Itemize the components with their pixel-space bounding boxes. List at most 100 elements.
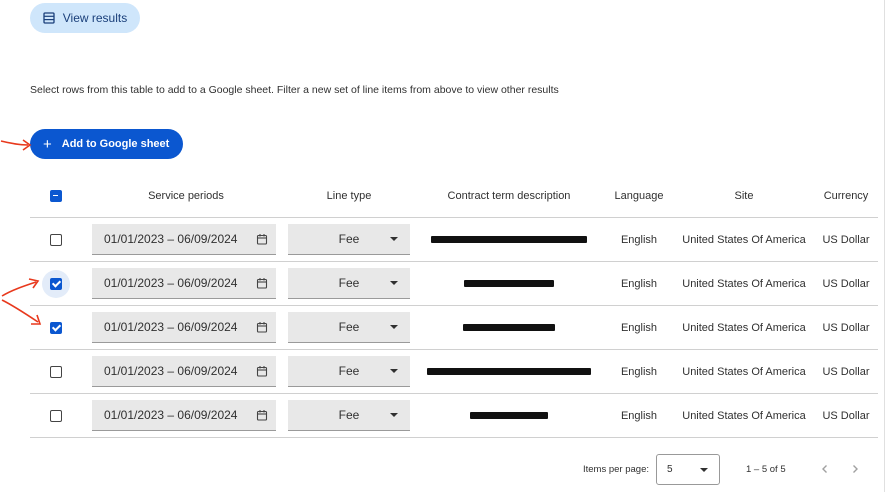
line-type-select[interactable]: Fee bbox=[288, 224, 410, 255]
line-type-cell: Fee bbox=[284, 305, 414, 350]
table-row: 01/01/2023 – 06/09/2024 Fee English Unit… bbox=[30, 261, 878, 306]
language-cell: English bbox=[604, 261, 674, 306]
table-row: 01/01/2023 – 06/09/2024 Fee English Unit… bbox=[30, 217, 878, 262]
calendar-icon[interactable] bbox=[256, 277, 268, 289]
calendar-icon[interactable] bbox=[256, 321, 268, 333]
items-per-page-value: 5 bbox=[667, 464, 673, 475]
contract-term-cell bbox=[414, 217, 604, 262]
row-select-cell bbox=[30, 261, 88, 306]
redacted-text bbox=[427, 368, 591, 376]
redacted-text bbox=[470, 412, 548, 420]
redacted-text bbox=[464, 280, 554, 288]
service-period-value: 01/01/2023 – 06/09/2024 bbox=[104, 408, 238, 422]
line-type-select[interactable]: Fee bbox=[288, 312, 410, 343]
site-cell: United States Of America bbox=[674, 217, 814, 262]
add-to-google-sheet-button[interactable]: + Add to Google sheet bbox=[30, 129, 183, 159]
row-checkbox[interactable] bbox=[50, 409, 62, 422]
calendar-icon[interactable] bbox=[256, 365, 268, 377]
row-checkbox[interactable] bbox=[50, 321, 62, 334]
table-row: 01/01/2023 – 06/09/2024 Fee English Unit… bbox=[30, 305, 878, 350]
header-language[interactable]: Language bbox=[604, 174, 674, 218]
table-row: 01/01/2023 – 06/09/2024 Fee English Unit… bbox=[30, 349, 878, 394]
previous-page-button[interactable] bbox=[816, 460, 834, 478]
redacted-text bbox=[463, 324, 555, 332]
add-to-google-sheet-label: Add to Google sheet bbox=[61, 138, 170, 150]
line-type-select[interactable]: Fee bbox=[288, 268, 410, 299]
line-type-select[interactable]: Fee bbox=[288, 356, 410, 387]
service-period-cell: 01/01/2023 – 06/09/2024 bbox=[88, 217, 284, 262]
service-period-input[interactable]: 01/01/2023 – 06/09/2024 bbox=[92, 356, 276, 387]
service-period-value: 01/01/2023 – 06/09/2024 bbox=[104, 232, 238, 246]
service-period-cell: 01/01/2023 – 06/09/2024 bbox=[88, 261, 284, 306]
plus-icon: + bbox=[43, 135, 52, 153]
site-cell: United States Of America bbox=[674, 305, 814, 350]
row-checkbox[interactable] bbox=[50, 277, 62, 290]
site-cell: United States Of America bbox=[674, 261, 814, 306]
contract-term-cell bbox=[414, 261, 604, 306]
currency-cell: US Dollar bbox=[814, 217, 878, 262]
language-cell: English bbox=[604, 349, 674, 394]
line-type-cell: Fee bbox=[284, 349, 414, 394]
items-per-page-label: Items per page: bbox=[583, 464, 650, 475]
header-contract-term-description[interactable]: Contract term description bbox=[414, 174, 604, 218]
select-all-cell bbox=[30, 174, 88, 218]
checkbox-focus-ring bbox=[42, 269, 70, 298]
items-per-page-select[interactable]: 5 bbox=[656, 454, 720, 485]
instructions-text: Select rows from this table to add to a … bbox=[30, 84, 559, 96]
line-type-value: Fee bbox=[338, 232, 360, 246]
line-type-cell: Fee bbox=[284, 217, 414, 262]
contract-term-cell bbox=[414, 349, 604, 394]
service-period-cell: 01/01/2023 – 06/09/2024 bbox=[88, 305, 284, 350]
view-results-button[interactable]: View results bbox=[30, 3, 140, 33]
row-select-cell bbox=[30, 349, 88, 394]
service-period-value: 01/01/2023 – 06/09/2024 bbox=[104, 276, 238, 290]
service-period-input[interactable]: 01/01/2023 – 06/09/2024 bbox=[92, 268, 276, 299]
select-all-checkbox[interactable] bbox=[50, 189, 62, 202]
language-cell: English bbox=[604, 393, 674, 438]
chevron-down-icon bbox=[390, 237, 398, 241]
currency-cell: US Dollar bbox=[814, 393, 878, 438]
site-cell: United States Of America bbox=[674, 393, 814, 438]
service-period-value: 01/01/2023 – 06/09/2024 bbox=[104, 320, 238, 334]
table-icon bbox=[43, 12, 55, 24]
currency-cell: US Dollar bbox=[814, 305, 878, 350]
chevron-right-icon bbox=[853, 465, 858, 473]
redacted-text bbox=[431, 236, 587, 244]
service-period-input[interactable]: 01/01/2023 – 06/09/2024 bbox=[92, 400, 276, 431]
contract-term-cell bbox=[414, 305, 604, 350]
line-type-value: Fee bbox=[338, 320, 360, 334]
service-period-value: 01/01/2023 – 06/09/2024 bbox=[104, 364, 238, 378]
calendar-icon[interactable] bbox=[256, 233, 268, 245]
chevron-down-icon bbox=[390, 369, 398, 373]
language-cell: English bbox=[604, 305, 674, 350]
line-type-value: Fee bbox=[338, 364, 360, 378]
chevron-down-icon bbox=[390, 325, 398, 329]
language-cell: English bbox=[604, 217, 674, 262]
line-type-value: Fee bbox=[338, 408, 360, 422]
chevron-left-icon bbox=[822, 465, 827, 473]
chevron-down-icon bbox=[390, 281, 398, 285]
header-currency[interactable]: Currency bbox=[814, 174, 878, 218]
currency-cell: US Dollar bbox=[814, 261, 878, 306]
service-period-input[interactable]: 01/01/2023 – 06/09/2024 bbox=[92, 224, 276, 255]
line-items-table: Service periods Line type Contract term … bbox=[30, 174, 878, 438]
calendar-icon[interactable] bbox=[256, 409, 268, 421]
service-period-input[interactable]: 01/01/2023 – 06/09/2024 bbox=[92, 312, 276, 343]
pagination-bar: Items per page: 5 1 – 5 of 5 bbox=[0, 454, 895, 486]
row-select-cell bbox=[30, 393, 88, 438]
table-row: 01/01/2023 – 06/09/2024 Fee English Unit… bbox=[30, 393, 878, 438]
row-checkbox[interactable] bbox=[50, 233, 62, 246]
header-line-type[interactable]: Line type bbox=[284, 174, 414, 218]
next-page-button[interactable] bbox=[846, 460, 864, 478]
line-type-cell: Fee bbox=[284, 261, 414, 306]
line-type-select[interactable]: Fee bbox=[288, 400, 410, 431]
line-type-value: Fee bbox=[338, 276, 360, 290]
scrollbar-edge bbox=[884, 0, 885, 492]
page-range-label: 1 – 5 of 5 bbox=[746, 464, 786, 475]
contract-term-cell bbox=[414, 393, 604, 438]
header-service-periods[interactable]: Service periods bbox=[88, 174, 284, 218]
service-period-cell: 01/01/2023 – 06/09/2024 bbox=[88, 349, 284, 394]
header-site[interactable]: Site bbox=[674, 174, 814, 218]
row-checkbox[interactable] bbox=[50, 365, 62, 378]
row-select-cell bbox=[30, 217, 88, 262]
